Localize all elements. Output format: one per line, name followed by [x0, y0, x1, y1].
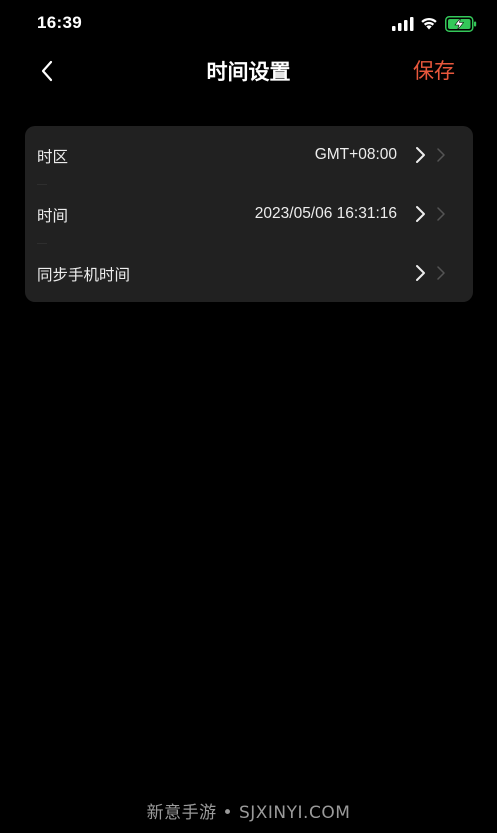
status-time: 16:39	[37, 13, 82, 32]
signal-icon	[392, 17, 414, 31]
timezone-label: 时区	[37, 148, 69, 166]
chevron-right-ghost-icon	[437, 266, 445, 280]
watermark-text: 新意手游 • SJXINYI.COM	[146, 803, 351, 823]
time-row[interactable]: 时间 2023/05/06 16:31:16	[25, 185, 473, 244]
nav-bar: 时间设置 保存	[0, 46, 497, 94]
time-value: 2023/05/06 16:31:16	[254, 205, 397, 222]
status-bar: 16:39	[0, 0, 497, 46]
settings-card: 时区 GMT+08:00 时间 2023/05/06 16:31:16 同步手机…	[25, 126, 473, 302]
timezone-row[interactable]: 时区 GMT+08:00	[25, 126, 473, 185]
save-button[interactable]: 保存	[413, 55, 455, 85]
time-label: 时间	[37, 207, 69, 225]
battery-charging-icon	[445, 16, 477, 32]
chevron-right-icon	[416, 265, 425, 281]
chevron-right-ghost-icon	[437, 148, 445, 162]
chevron-right-ghost-icon	[437, 207, 445, 221]
wifi-icon	[421, 17, 437, 30]
sync-phone-time-label: 同步手机时间	[37, 266, 131, 284]
sync-phone-time-row[interactable]: 同步手机时间	[25, 244, 473, 302]
timezone-value: GMT+08:00	[314, 146, 397, 163]
chevron-right-icon	[416, 147, 425, 163]
chevron-right-icon	[416, 206, 425, 222]
